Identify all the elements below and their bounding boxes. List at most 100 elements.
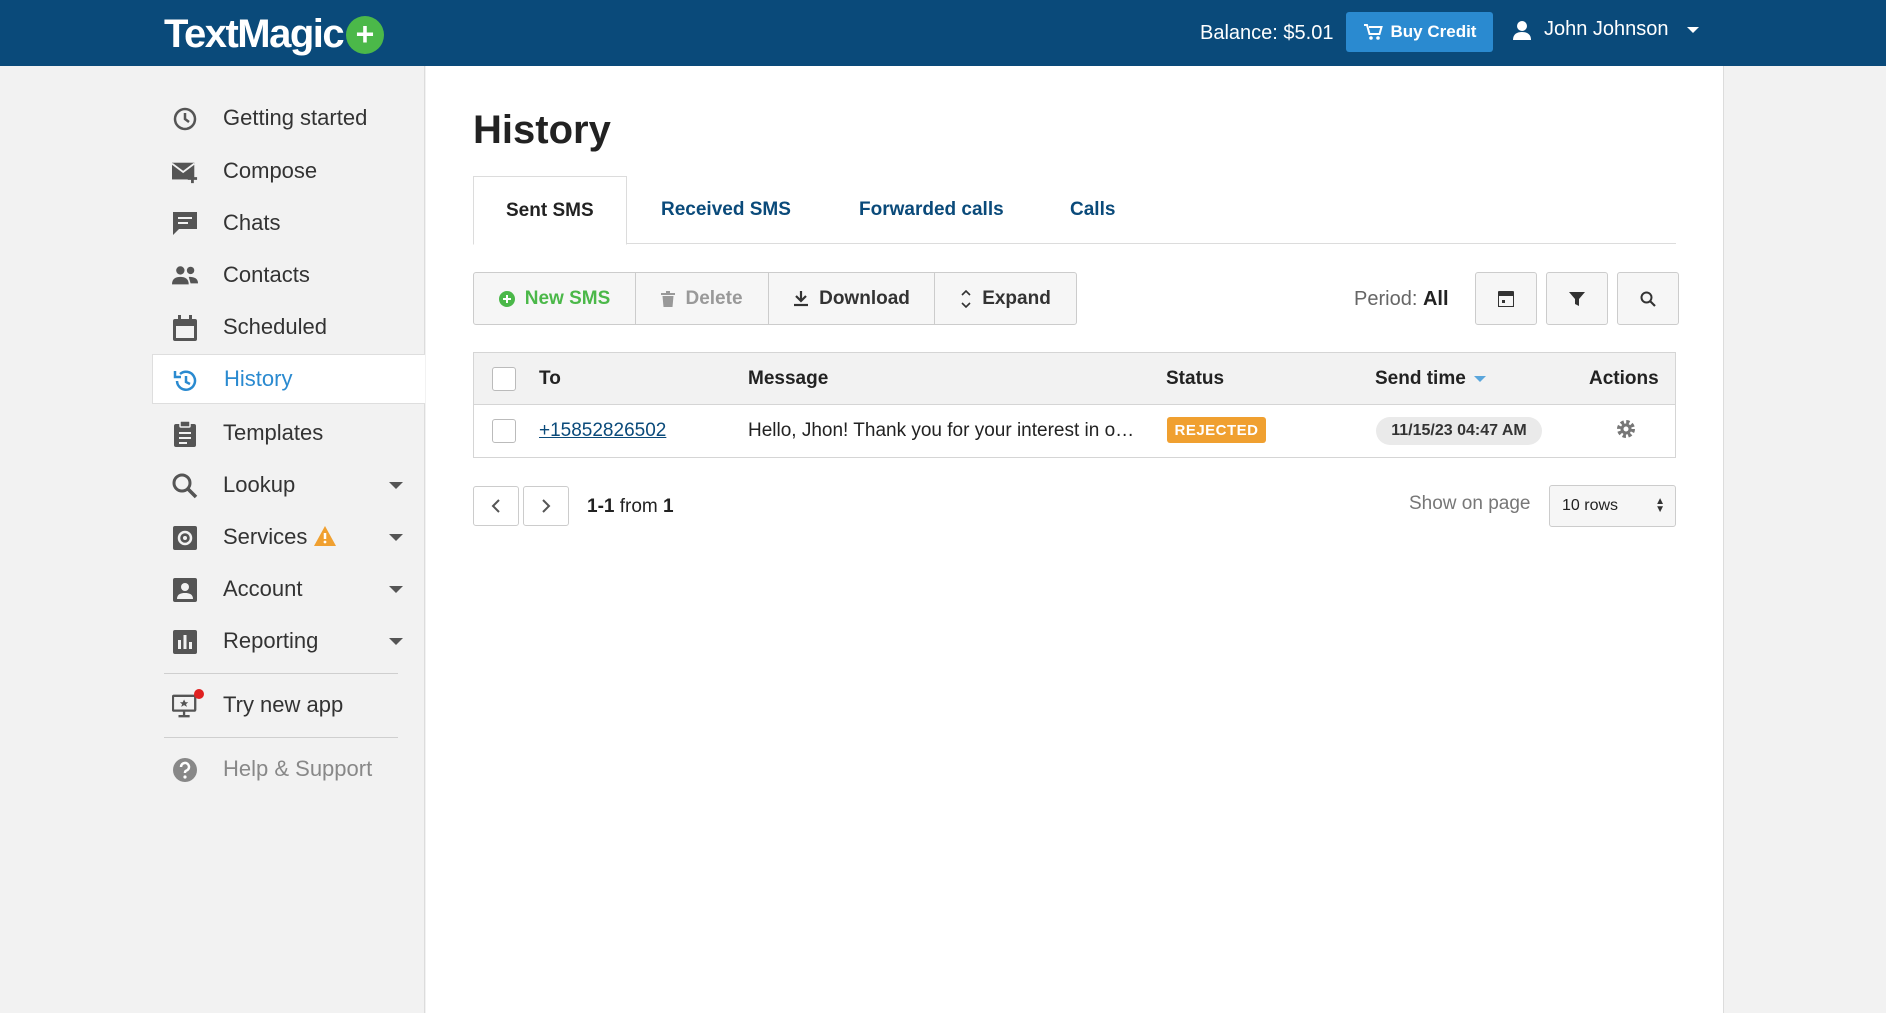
trash-icon: [661, 290, 676, 307]
period-label: Period:: [1354, 288, 1418, 310]
expand-icon: [961, 289, 971, 308]
expand-button[interactable]: Expand: [934, 272, 1077, 325]
cart-icon: [1363, 24, 1383, 40]
calendar-icon: [1498, 291, 1514, 307]
balance-text: Balance: $5.01: [1200, 22, 1334, 44]
users-icon: [172, 263, 198, 289]
table-header: To Message Status Send time Actions: [474, 353, 1675, 405]
tab-forwarded-calls[interactable]: Forwarded calls: [859, 176, 1004, 244]
buy-credit-button[interactable]: Buy Credit: [1346, 12, 1493, 52]
sidebar-item-help[interactable]: Help & Support: [152, 744, 425, 794]
next-page-button[interactable]: [523, 486, 569, 526]
send-time: 11/15/23 04:47 AM: [1376, 417, 1542, 445]
plus-circle-icon: [498, 290, 515, 307]
chevron-down-icon: [389, 534, 403, 541]
pagination-total: 1: [663, 496, 674, 517]
select-all-checkbox[interactable]: [492, 367, 516, 391]
user-menu[interactable]: John Johnson: [1512, 18, 1699, 41]
chat-icon: [172, 211, 198, 237]
sidebar: Getting started Compose Chats Contacts S…: [0, 66, 425, 1013]
sent-sms-table: To Message Status Send time Actions +158…: [473, 352, 1676, 458]
rows-per-page-select[interactable]: 10 rows ▲ ▼: [1549, 485, 1676, 527]
buy-credit-label: Buy Credit: [1390, 22, 1477, 41]
chevron-left-icon: [491, 499, 500, 513]
sidebar-item-templates[interactable]: Templates: [152, 408, 425, 458]
sidebar-item-label: Contacts: [223, 262, 310, 287]
column-status: Status: [1166, 368, 1225, 389]
tab-sent-sms[interactable]: Sent SMS: [473, 176, 627, 245]
sidebar-item-compose[interactable]: Compose: [152, 146, 425, 196]
column-send-time-label: Send time: [1375, 368, 1466, 389]
search-icon: [1640, 291, 1656, 307]
tabs: Sent SMS Received SMS Forwarded calls Ca…: [473, 176, 1676, 245]
expand-label: Expand: [982, 287, 1051, 309]
sidebar-item-chats[interactable]: Chats: [152, 198, 425, 248]
chevron-down-icon: [1686, 26, 1699, 33]
sidebar-item-scheduled[interactable]: Scheduled: [152, 302, 425, 352]
sidebar-item-history[interactable]: History: [152, 354, 425, 404]
gear-icon[interactable]: [1615, 418, 1637, 445]
main-content: History Sent SMS Received SMS Forwarded …: [426, 66, 1724, 1013]
new-sms-label: New SMS: [524, 287, 611, 309]
sidebar-item-try-new-app[interactable]: Try new app: [152, 680, 425, 730]
sort-desc-icon: [1473, 375, 1486, 382]
quick-add-button[interactable]: +: [346, 16, 384, 54]
delete-label: Delete: [685, 287, 743, 309]
download-label: Download: [819, 287, 910, 309]
page-title: History: [473, 108, 611, 152]
sidebar-item-label: Getting started: [223, 105, 368, 130]
filter-button[interactable]: [1546, 272, 1608, 325]
history-icon: [173, 368, 199, 394]
sidebar-item-label: Reporting: [223, 628, 319, 653]
sidebar-item-label: Compose: [223, 158, 318, 183]
sidebar-item-label: Try new app: [223, 692, 344, 717]
show-on-page-label: Show on page: [1409, 493, 1531, 514]
sidebar-item-contacts[interactable]: Contacts: [152, 250, 425, 300]
download-button[interactable]: Download: [768, 272, 935, 325]
filter-icon: [1569, 291, 1585, 306]
notification-dot: [194, 689, 204, 699]
tab-calls[interactable]: Calls: [1070, 176, 1115, 244]
download-icon: [794, 290, 809, 306]
select-arrows-icon: ▲ ▼: [1655, 496, 1665, 515]
chevron-down-icon: [389, 482, 403, 489]
column-send-time[interactable]: Send time: [1375, 368, 1486, 390]
prev-page-button[interactable]: [473, 486, 519, 526]
period-value: All: [1422, 288, 1449, 310]
sidebar-item-reporting[interactable]: Reporting: [152, 616, 425, 666]
sidebar-divider: [164, 737, 398, 738]
date-picker-button[interactable]: [1475, 272, 1537, 325]
tab-received-sms[interactable]: Received SMS: [661, 176, 791, 244]
delete-button[interactable]: Delete: [635, 272, 769, 325]
new-sms-button[interactable]: New SMS: [473, 272, 636, 325]
sidebar-item-getting-started[interactable]: Getting started: [152, 93, 425, 143]
message-text[interactable]: Hello, Jhon! Thank you for your interest…: [748, 420, 1134, 442]
sidebar-item-label: Account: [223, 576, 303, 601]
user-icon: [1513, 20, 1531, 40]
sidebar-item-label: Scheduled: [223, 314, 327, 339]
period-filter[interactable]: Period: All: [1354, 288, 1449, 311]
recipient-link[interactable]: +15852826502: [539, 420, 666, 442]
help-icon: [172, 757, 198, 783]
top-bar: TextMagic + Balance: $5.01 Buy Credit Jo…: [0, 0, 1886, 66]
sidebar-item-label: Templates: [223, 420, 324, 445]
chevron-right-icon: [542, 499, 551, 513]
chevron-down-icon: [389, 638, 403, 645]
monitor-star-icon: [172, 689, 204, 719]
sidebar-item-account[interactable]: Account: [152, 564, 425, 614]
sidebar-item-label: Services: [223, 524, 308, 549]
sidebar-item-label: History: [224, 366, 293, 391]
logo[interactable]: TextMagic: [164, 12, 345, 56]
sidebar-item-label: Chats: [223, 210, 281, 235]
user-name: John Johnson: [1544, 18, 1669, 40]
sidebar-item-lookup[interactable]: Lookup: [152, 460, 425, 510]
sidebar-item-services[interactable]: Services: [152, 512, 425, 562]
column-message: Message: [748, 368, 829, 389]
sidebar-divider: [164, 673, 398, 674]
row-checkbox[interactable]: [492, 419, 516, 443]
sidebar-item-label: Help & Support: [223, 756, 373, 781]
bar-chart-icon: [172, 629, 198, 655]
search-button[interactable]: [1617, 272, 1679, 325]
rows-per-page-value: 10 rows: [1562, 497, 1619, 514]
clock-rocket-icon: [172, 106, 198, 132]
